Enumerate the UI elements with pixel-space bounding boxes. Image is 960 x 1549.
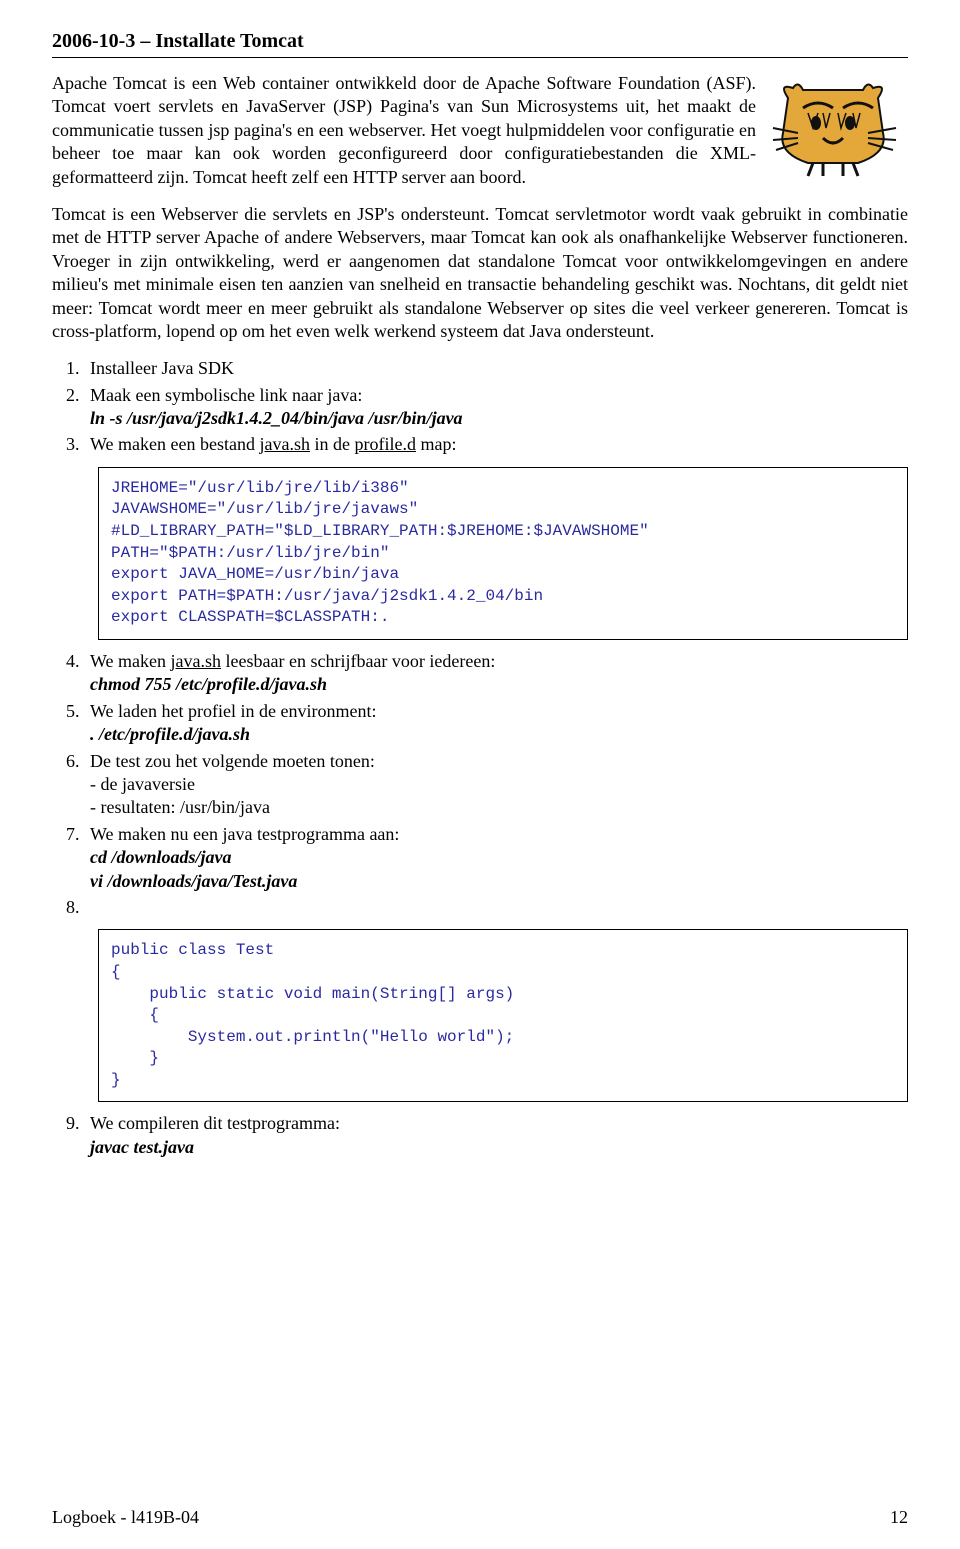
step-2: Maak een symbolische link naar java: ln … (84, 384, 908, 431)
step-1: Installeer Java SDK (84, 357, 908, 380)
step-4: We maken java.sh leesbaar en schrijfbaar… (84, 650, 908, 697)
step-4-text-b: leesbaar en schrijfbaar voor iedereen: (221, 651, 495, 671)
code-block-1: JREHOME="/usr/lib/jre/lib/i386" JAVAWSHO… (98, 467, 908, 640)
step-7-command-2: vi /downloads/java/Test.java (90, 871, 297, 891)
steps-list-cont: We maken java.sh leesbaar en schrijfbaar… (52, 650, 908, 919)
tomcat-logo (768, 78, 908, 178)
step-5-command: . /etc/profile.d/java.sh (90, 724, 250, 744)
step-3-text-c: map: (416, 434, 457, 454)
footer-page-number: 12 (890, 1506, 908, 1529)
step-4-command: chmod 755 /etc/profile.d/java.sh (90, 674, 327, 694)
step-8 (84, 896, 908, 919)
step-5: We laden het profiel in de environment: … (84, 700, 908, 747)
step-6-line-1: - de javaversie (90, 774, 195, 794)
step-7-command-1: cd /downloads/java (90, 847, 232, 867)
step-4-text-a: We maken (90, 651, 171, 671)
step-7-text: We maken nu een java testprogramma aan: (90, 824, 399, 844)
step-6: De test zou het volgende moeten tonen: -… (84, 750, 908, 820)
steps-list: Installeer Java SDK Maak een symbolische… (52, 357, 908, 457)
step-2-command: ln -s /usr/java/j2sdk1.4.2_04/bin/java /… (90, 408, 463, 428)
footer-left: Logboek - l419B-04 (52, 1506, 199, 1529)
intro-paragraph-2: Tomcat is een Webserver die servlets en … (52, 203, 908, 343)
step-9-command: javac test.java (90, 1137, 194, 1157)
page-footer: Logboek - l419B-04 12 (52, 1506, 908, 1529)
step-3: We maken een bestand java.sh in de profi… (84, 433, 908, 456)
code-block-2: public class Test { public static void m… (98, 929, 908, 1102)
step-5-text: We laden het profiel in de environment: (90, 701, 376, 721)
step-9: We compileren dit testprogramma: javac t… (84, 1112, 908, 1159)
step-1-text: Installeer Java SDK (90, 358, 234, 378)
step-9-text: We compileren dit testprogramma: (90, 1113, 340, 1133)
title-underline: 2006-10-3 – Installate Tomcat (52, 28, 908, 58)
step-3-text-b: in de (310, 434, 355, 454)
step-6-line-2: - resultaten: /usr/bin/java (90, 797, 270, 817)
page-title: 2006-10-3 – Installate Tomcat (52, 30, 304, 52)
step-6-text: De test zou het volgende moeten tonen: (90, 751, 375, 771)
step-7: We maken nu een java testprogramma aan: … (84, 823, 908, 893)
step-4-file: java.sh (171, 651, 221, 671)
step-3-text-a: We maken een bestand (90, 434, 259, 454)
step-2-text: Maak een symbolische link naar java: (90, 385, 362, 405)
step-3-dir: profile.d (354, 434, 415, 454)
steps-list-cont-2: We compileren dit testprogramma: javac t… (52, 1112, 908, 1159)
body: Apache Tomcat is een Web container ontwi… (52, 72, 908, 357)
step-3-file: java.sh (259, 434, 309, 454)
